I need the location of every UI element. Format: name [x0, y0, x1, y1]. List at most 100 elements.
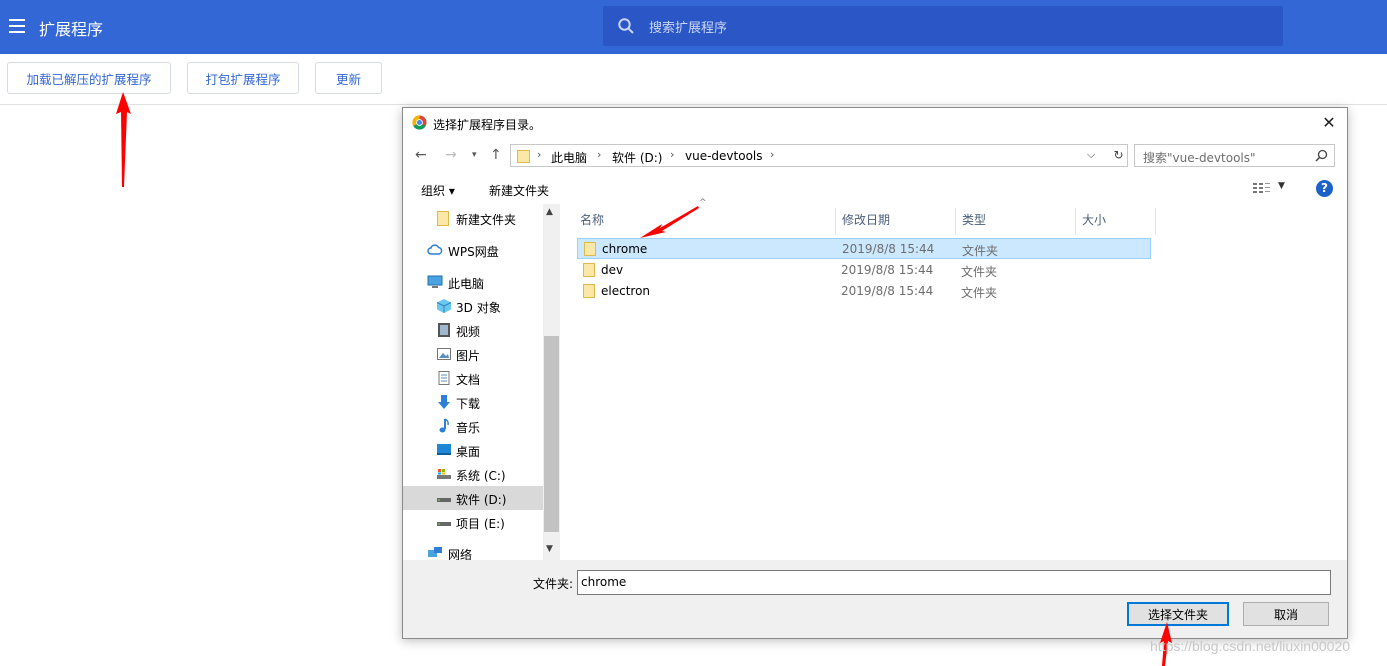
scrollbar-thumb[interactable] [544, 336, 559, 532]
address-bar[interactable]: › 此电脑 › 软件 (D:) › vue-devtools › ⌵ [510, 144, 1126, 167]
scroll-down-icon[interactable]: ▼ [546, 544, 553, 554]
nav-item-documents[interactable]: 文档 [403, 366, 543, 390]
breadcrumb-drive-d[interactable]: 软件 (D:) [612, 149, 662, 166]
nav-item-pictures[interactable]: 图片 [403, 342, 543, 366]
view-options-icon[interactable] [1253, 182, 1271, 195]
nav-item-desktop[interactable]: 桌面 [403, 438, 543, 462]
nav-label: 下载 [456, 397, 481, 411]
nav-item-wps-cloud[interactable]: WPS网盘 [403, 238, 543, 262]
nav-item-downloads[interactable]: 下载 [403, 390, 543, 414]
nav-item-drive-c[interactable]: 系统 (C:) [403, 462, 543, 486]
scroll-up-icon[interactable]: ▲ [546, 207, 553, 217]
help-icon[interactable]: ? [1316, 180, 1333, 197]
up-arrow-icon[interactable]: ↑ [490, 147, 502, 163]
column-type[interactable]: 类型 [962, 211, 986, 228]
nav-label: 音乐 [456, 421, 481, 435]
close-icon[interactable]: ✕ [1319, 113, 1339, 133]
music-icon [439, 418, 449, 433]
forward-arrow-icon[interactable]: → [445, 147, 457, 163]
page-title: 扩展程序 [39, 20, 104, 39]
nav-item-drive-e[interactable]: 项目 (E:) [403, 510, 543, 534]
breadcrumb-separator-icon: › [770, 148, 775, 161]
folder-picker-dialog: 选择扩展程序目录。 ✕ ← → ▾ ↑ › 此电脑 › 软件 (D:) › vu… [402, 107, 1348, 639]
nav-item-music[interactable]: 音乐 [403, 414, 543, 438]
column-modified[interactable]: 修改日期 [842, 211, 890, 228]
column-divider[interactable] [835, 208, 836, 234]
file-name: electron [601, 284, 651, 298]
pack-extension-button[interactable]: 打包扩展程序 [187, 62, 299, 94]
nav-item-network[interactable]: 网络 [403, 541, 543, 560]
command-bar: 组织 ▾ 新建文件夹 ▼ ? [403, 174, 1347, 204]
file-row-electron[interactable]: electron 2019/8/8 15:44 文件夹 [577, 281, 1151, 302]
navigation-pane: 新建文件夹 WPS网盘 此电脑 3D 对象 视频 图片 文档 下载 音乐 桌面 … [403, 204, 560, 560]
select-folder-button[interactable]: 选择文件夹 [1127, 602, 1229, 626]
nav-item-videos[interactable]: 视频 [403, 318, 543, 342]
extensions-search-input[interactable]: 搜索扩展程序 [603, 6, 1283, 46]
file-type: 文件夹 [961, 286, 998, 300]
file-name: chrome [602, 242, 648, 256]
nav-item-new-folder[interactable]: 新建文件夹 [403, 206, 543, 230]
nav-item-drive-d[interactable]: 软件 (D:) [403, 486, 543, 510]
column-name[interactable]: 名称 [580, 211, 604, 228]
dialog-title: 选择扩展程序目录。 [433, 118, 542, 132]
search-placeholder: 搜索扩展程序 [649, 21, 728, 36]
arrow-to-load-unpacked [116, 92, 131, 187]
nav-label: 桌面 [456, 445, 481, 459]
breadcrumb-this-pc[interactable]: 此电脑 [551, 149, 587, 166]
load-unpacked-button[interactable]: 加载已解压的扩展程序 [7, 62, 171, 94]
column-divider[interactable] [1075, 208, 1076, 234]
cancel-button[interactable]: 取消 [1243, 602, 1329, 626]
drive-c-icon [437, 469, 451, 479]
nav-item-this-pc[interactable]: 此电脑 [403, 270, 543, 294]
file-modified: 2019/8/8 15:44 [842, 242, 935, 256]
recent-dropdown-icon[interactable]: ▾ [472, 150, 477, 160]
file-name: dev [601, 263, 624, 277]
nav-label: 系统 (C:) [456, 469, 506, 483]
chevron-down-icon[interactable]: ⌵ [1087, 148, 1095, 162]
search-icon [1315, 149, 1328, 162]
nav-label: 文档 [456, 373, 481, 387]
nav-label: 软件 (D:) [456, 493, 507, 507]
column-divider[interactable] [955, 208, 956, 234]
breadcrumb-vue-devtools[interactable]: vue-devtools [685, 149, 763, 163]
file-row-chrome[interactable]: chrome 2019/8/8 15:44 文件夹 [577, 238, 1151, 259]
nav-item-3d-objects[interactable]: 3D 对象 [403, 294, 543, 318]
column-size[interactable]: 大小 [1082, 211, 1106, 228]
view-dropdown-icon[interactable]: ▼ [1278, 181, 1285, 191]
desktop-icon [437, 444, 451, 455]
drive-e-icon [437, 522, 451, 526]
folder-icon [584, 242, 596, 256]
nav-label: 3D 对象 [456, 301, 501, 315]
update-button[interactable]: 更新 [315, 62, 382, 94]
breadcrumb-separator-icon: › [537, 148, 542, 161]
dialog-search-input[interactable]: 搜索"vue-devtools" [1134, 144, 1335, 167]
folder-name-input[interactable]: chrome [577, 570, 1331, 595]
organize-menu[interactable]: 组织 ▾ [421, 182, 455, 199]
breadcrumb-separator-icon: › [597, 148, 602, 161]
nav-label: 新建文件夹 [456, 213, 517, 227]
search-icon [618, 18, 634, 34]
column-divider[interactable] [1155, 208, 1156, 234]
cloud-icon [427, 244, 443, 255]
nav-scrollbar[interactable]: ▲ ▼ [543, 204, 560, 560]
drive-d-icon [437, 498, 451, 502]
folder-icon [517, 150, 530, 163]
nav-label: 此电脑 [448, 277, 485, 291]
sort-ascending-icon: ^ [699, 198, 707, 208]
folder-icon [437, 211, 449, 226]
folder-icon [583, 263, 595, 277]
chrome-icon [412, 115, 427, 130]
back-arrow-icon[interactable]: ← [415, 147, 427, 163]
refresh-icon[interactable]: ↻ [1110, 144, 1128, 167]
nav-label: 网络 [448, 548, 473, 560]
menu-icon[interactable] [9, 19, 25, 33]
file-modified: 2019/8/8 15:44 [841, 284, 934, 298]
file-row-dev[interactable]: dev 2019/8/8 15:44 文件夹 [577, 260, 1151, 281]
video-icon [438, 323, 450, 337]
new-folder-button[interactable]: 新建文件夹 [489, 182, 549, 199]
network-icon [428, 547, 442, 557]
pictures-icon [437, 348, 451, 360]
file-modified: 2019/8/8 15:44 [841, 263, 934, 277]
dialog-search-placeholder: 搜索"vue-devtools" [1143, 151, 1256, 165]
file-type: 文件夹 [962, 244, 999, 258]
